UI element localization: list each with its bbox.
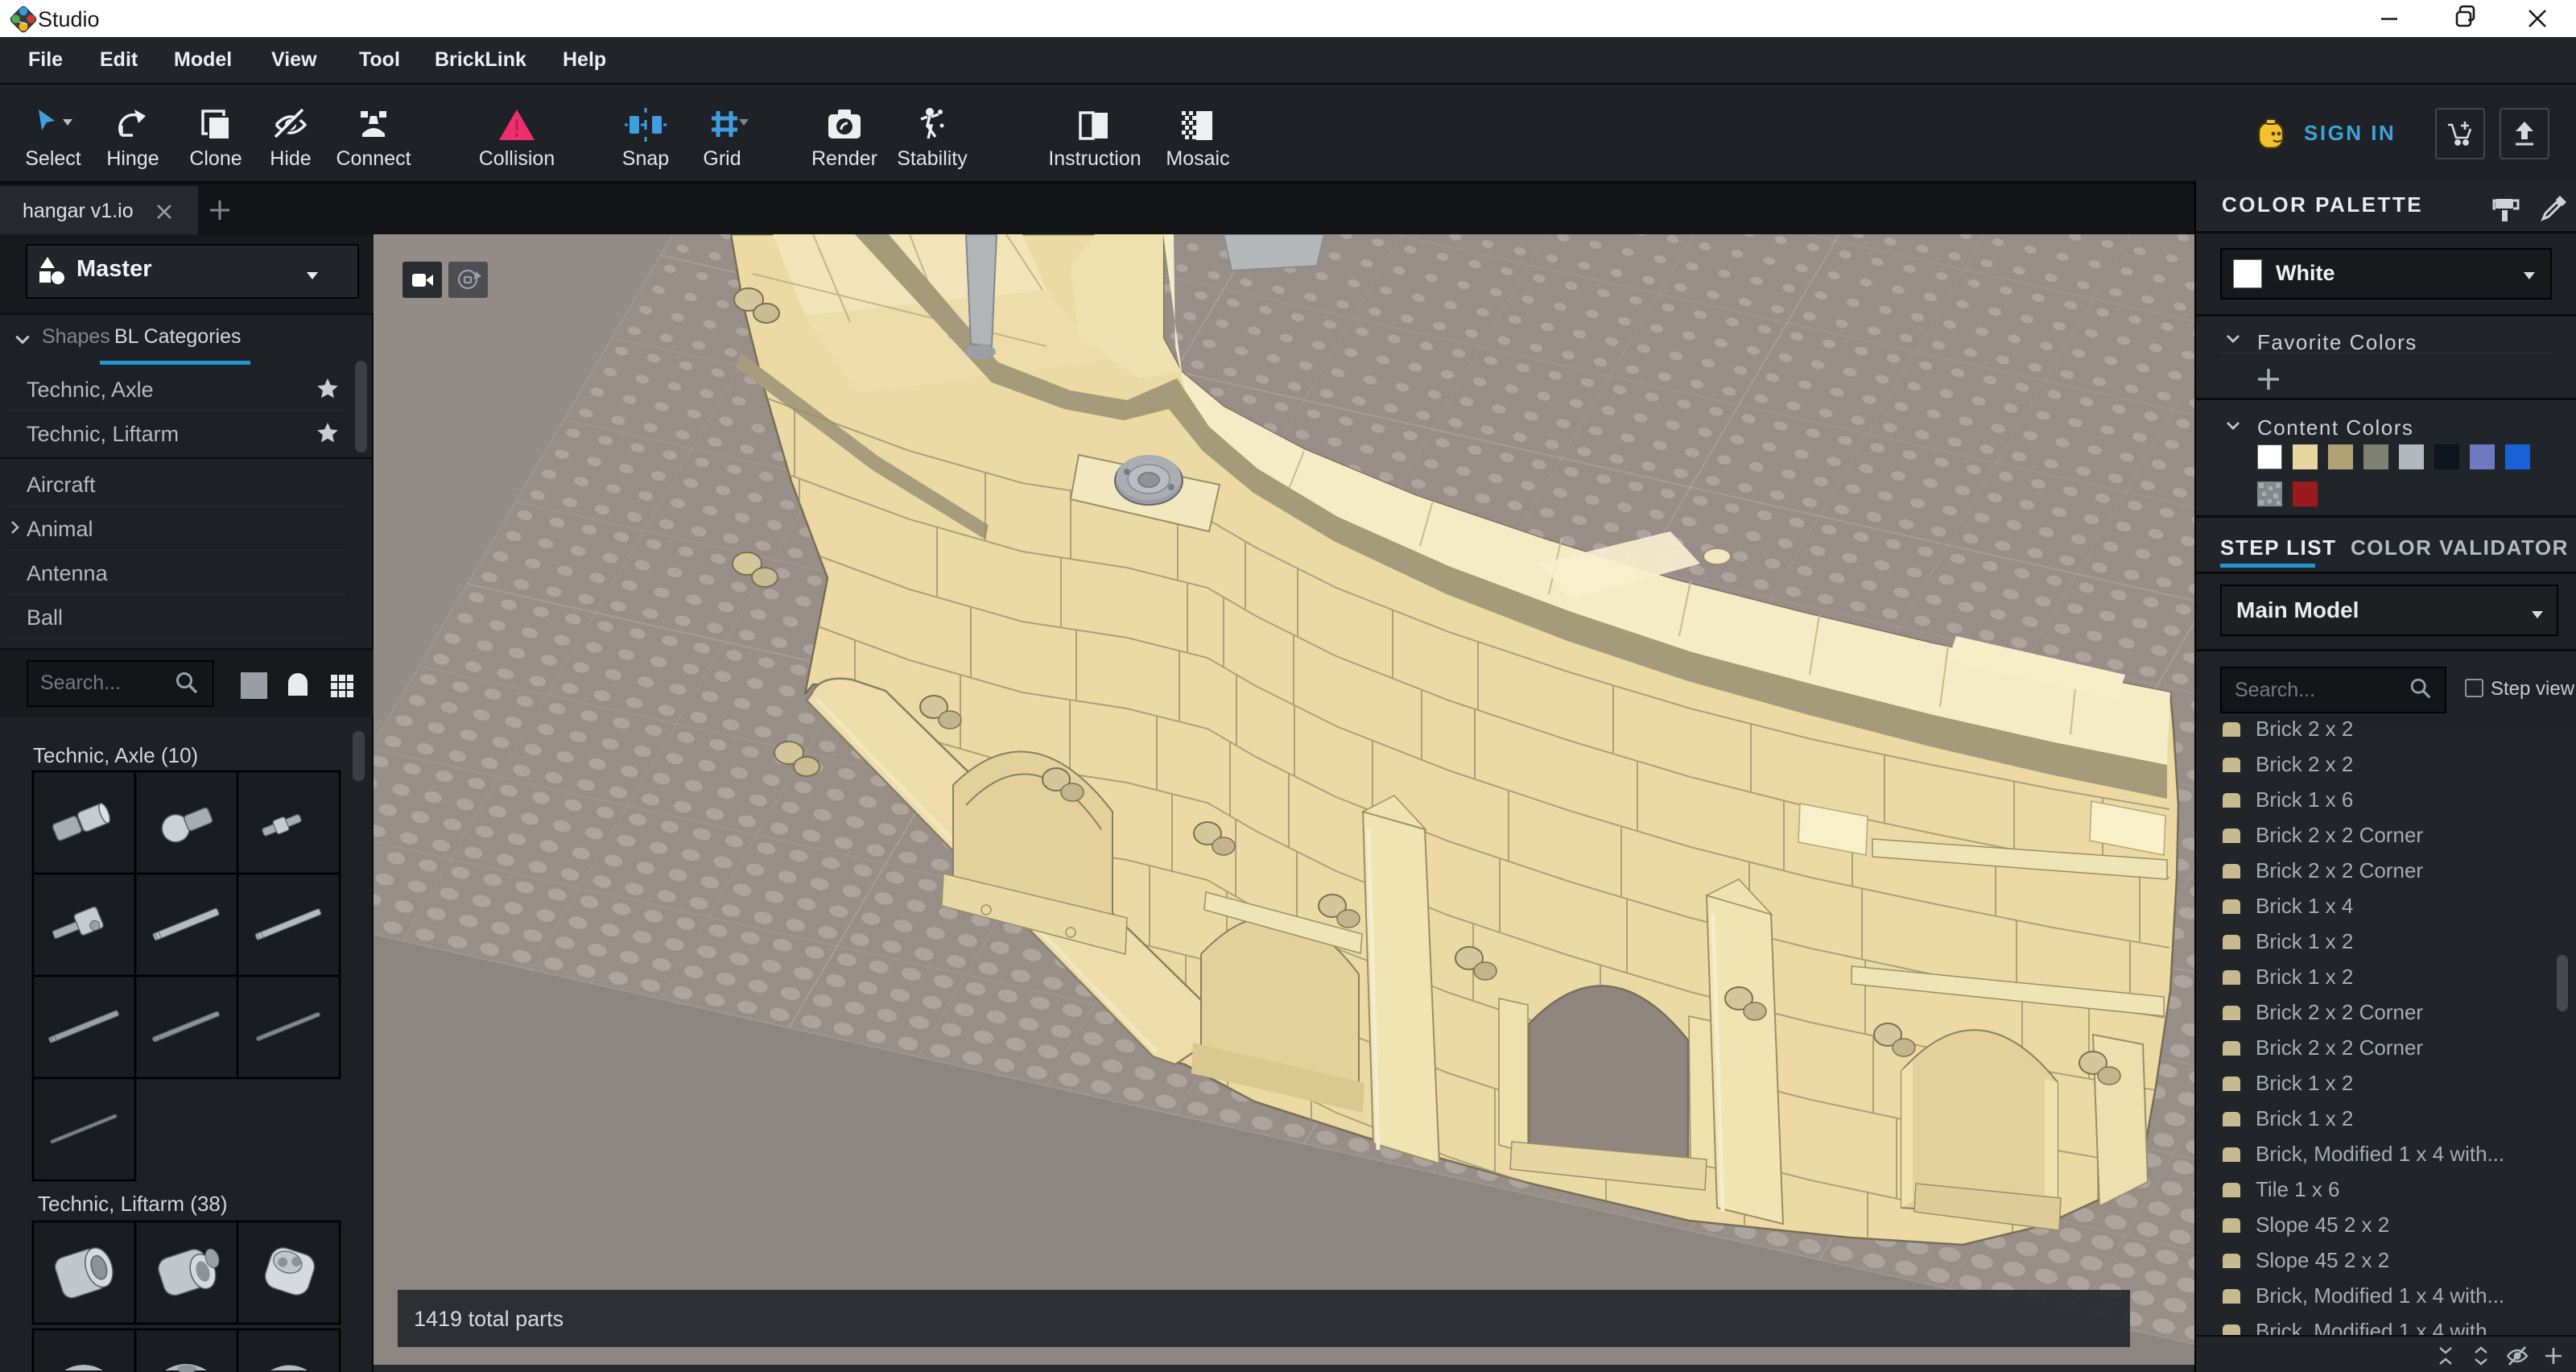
- svg-text:1419 total parts: 1419 total parts: [414, 1307, 564, 1331]
- svg-text:Technic, Liftarm (38): Technic, Liftarm (38): [38, 1192, 228, 1216]
- svg-text:Technic, Axle (10): Technic, Axle (10): [33, 743, 198, 767]
